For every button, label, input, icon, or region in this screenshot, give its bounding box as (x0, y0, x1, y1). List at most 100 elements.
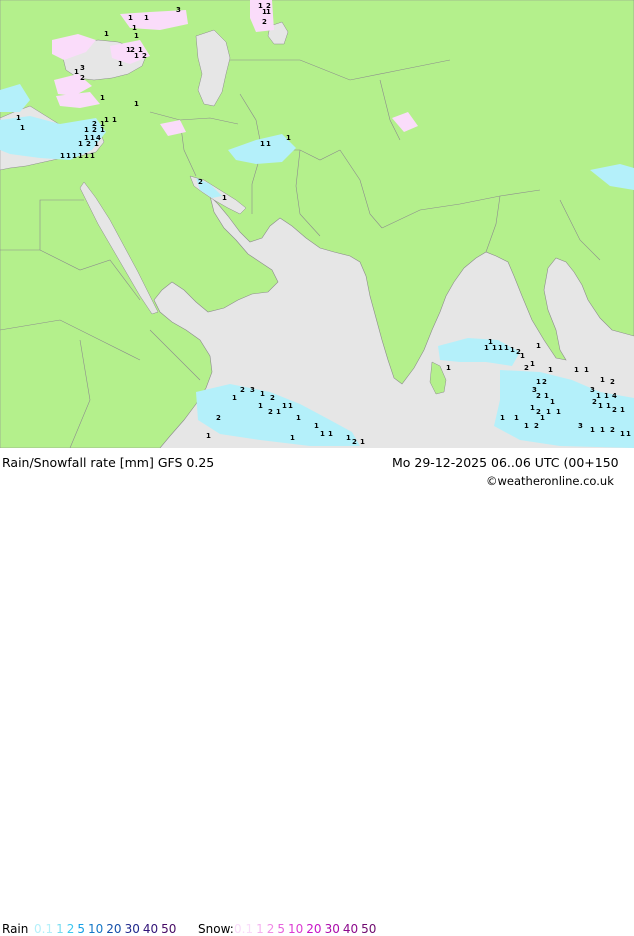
precip-value-label: 1 (134, 52, 139, 60)
precip-value-label: 2 (216, 414, 221, 422)
precip-value-label: 1 (126, 46, 131, 54)
precip-value-label: 1 (94, 140, 99, 148)
precip-value-label: 2 (536, 392, 541, 400)
precip-value-label: 1 (290, 434, 295, 442)
snow-scale-value-4: 10 (288, 922, 304, 936)
rain-scale-value-5: 20 (106, 922, 122, 936)
snow-scale-value-8: 50 (361, 922, 377, 936)
precip-value-label: 1 (266, 8, 271, 16)
rain-scale-value-0: 0.1 (34, 922, 54, 936)
rain-scale: 0.1 1 2 5 10 20 30 40 50 (34, 922, 179, 936)
precip-value-label: 2 (86, 140, 91, 148)
precip-value-label: 1 (314, 422, 319, 430)
snow-scale-value-1: 1 (256, 922, 264, 936)
precip-value-label: 1 (540, 414, 545, 422)
precip-value-label: 1 (20, 124, 25, 132)
precip-value-label: 2 (80, 74, 85, 82)
precip-value-label: 1 (90, 152, 95, 160)
map-title: Rain/Snowfall rate [mm] GFS 0.25 (2, 455, 215, 470)
precip-value-label: 2 (610, 426, 615, 434)
precip-value-label: 1 (598, 402, 603, 410)
precip-value-label: 2 (268, 408, 273, 416)
precip-value-label: 1 (74, 68, 79, 76)
precip-value-label: 2 (610, 378, 615, 386)
precip-value-label: 1 (128, 14, 133, 22)
precip-value-label: 1 (232, 394, 237, 402)
rain-scale-value-4: 10 (88, 922, 104, 936)
precip-value-label: 1 (72, 152, 77, 160)
precip-value-label: 1 (446, 364, 451, 372)
precip-value-label: 1 (484, 344, 489, 352)
snow-scale-value-7: 40 (342, 922, 359, 936)
precip-value-label: 1 (100, 94, 105, 102)
precip-value-label: 1 (606, 402, 611, 410)
precip-value-label: 1 (320, 430, 325, 438)
legend-footer: Rain/Snowfall rate [mm] GFS 0.25 Mo 29-1… (0, 448, 634, 936)
precip-value-label: 1 (276, 408, 281, 416)
precip-value-label: 1 (260, 140, 265, 148)
precip-value-label: 1 (118, 60, 123, 68)
precip-value-label: 2 (92, 126, 97, 134)
valid-time: Mo 29-12-2025 06..06 UTC (00+150 (392, 455, 619, 470)
rain-scale-value-7: 40 (142, 922, 159, 936)
precip-value-label: 1 (132, 24, 137, 32)
precip-value-label: 1 (60, 152, 65, 160)
precip-value-label: 1 (296, 414, 301, 422)
precip-value-label: 1 (266, 140, 271, 148)
precip-value-label: 1 (524, 422, 529, 430)
precip-value-label: 1 (498, 344, 503, 352)
precip-value-label: 1 (510, 346, 515, 354)
precip-value-label: 1 (360, 438, 365, 446)
map-canvas: 1 21 121 1311121 11 211 321111 2 1 1 11 2 11 1 41 2 11 1 1… (0, 0, 634, 448)
rain-scale-value-2: 2 (66, 922, 75, 936)
snow-scale: 0.1 1 2 5 10 20 30 40 50 (234, 922, 379, 936)
precip-value-label: 2 (542, 378, 547, 386)
precip-value-label: 1 (66, 152, 71, 160)
precip-value-label: 1 (504, 344, 509, 352)
rain-scale-value-3: 5 (77, 922, 86, 936)
precip-value-label: 1 (600, 426, 605, 434)
precip-value-label: 1 (600, 376, 605, 384)
precip-value-label: 1 (84, 126, 89, 134)
precip-value-label: 1 (78, 152, 83, 160)
precip-value-label: 1 (500, 414, 505, 422)
precip-value-label: 3 (176, 6, 181, 14)
precip-value-label: 1 (112, 116, 117, 124)
precip-value-label: 1 (346, 434, 351, 442)
precip-value-label: 2 (524, 364, 529, 372)
precip-value-label: 2 (270, 394, 275, 402)
precip-value-label: 1 (288, 402, 293, 410)
precip-value-label: 1 (104, 116, 109, 124)
precip-value-label: 1 (626, 430, 631, 438)
snow-scale-value-5: 20 (306, 922, 322, 936)
precip-value-label: 1 (590, 426, 595, 434)
precip-value-label: 1 (530, 360, 535, 368)
precip-value-label: 1 (134, 100, 139, 108)
precip-value-label: 1 (620, 406, 625, 414)
precip-value-label: 1 (258, 402, 263, 410)
precip-value-label: 1 (260, 390, 265, 398)
precip-value-label: 1 (222, 194, 227, 202)
precip-value-label: 1 (144, 14, 149, 22)
precip-value-label: 1 (492, 344, 497, 352)
precip-value-label: 3 (590, 386, 595, 394)
precip-value-label: 1 (520, 352, 525, 360)
precip-value-label: 2 (612, 406, 617, 414)
precip-value-label: 1 (78, 140, 83, 148)
snow-scale-value-3: 5 (277, 922, 286, 936)
precip-value-label: 1 (16, 114, 21, 122)
precip-value-label: 1 (544, 392, 549, 400)
precip-value-label: 1 (536, 342, 541, 350)
precip-value-label: 1 (584, 366, 589, 374)
precip-value-label: 1 (530, 404, 535, 412)
credit-link[interactable]: ©weatheronline.co.uk (486, 474, 614, 488)
precip-value-label: 1 (536, 378, 541, 386)
snow-label: Snow: (198, 922, 234, 936)
precip-value-label: 3 (250, 386, 255, 394)
snow-scale-value-0: 0.1 (234, 922, 254, 936)
precip-value-label: 1 (286, 134, 291, 142)
precip-value-label: 2 (142, 52, 147, 60)
snow-scale-value-6: 30 (324, 922, 340, 936)
precip-value-label: 1 (550, 398, 555, 406)
rain-scale-value-1: 1 (56, 922, 64, 936)
